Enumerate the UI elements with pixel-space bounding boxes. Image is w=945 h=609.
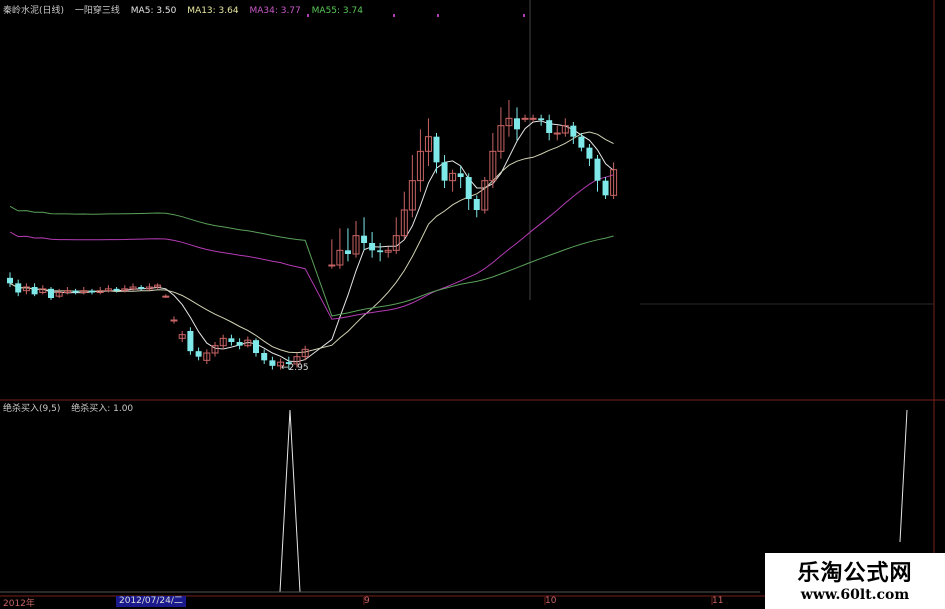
axis-month-9: 9 [364,596,370,606]
watermark: 乐淘公式网 www.60lt.com [765,553,945,609]
signal-spike [899,409,908,543]
candle-body [328,264,336,267]
top-marker [437,14,439,17]
stock-name: 秦岭水泥(日线) [3,6,65,16]
candle-body [602,180,609,196]
signal-spike [279,409,301,593]
candle-body [457,173,464,177]
candle-body [594,158,601,181]
candle-body [521,117,529,120]
ma5-line [9,120,614,363]
axis-year-label: 2012年 [3,599,35,609]
candle-body [162,295,170,298]
candle-body [269,360,276,366]
candle-body [7,277,13,284]
ma5-label: MA5: 3.50 [130,6,177,16]
candle-body [529,117,537,120]
candle-body [72,290,79,293]
candle-body [586,147,593,159]
candle-body [253,340,259,353]
candle-body [48,288,54,298]
axis-month-11: 11 [712,596,724,606]
watermark-url: www.60lt.com [800,587,910,603]
top-marker [393,14,395,17]
candle-body [31,287,38,295]
candle-body [261,353,268,361]
top-marker [523,14,525,17]
candle-body [377,250,384,253]
candle-body [187,331,194,352]
chart-header: 秦岭水泥(日线) 一阳穿三线 MA5: 3.50 MA13: 3.64 MA34… [3,3,371,16]
candle-body [538,118,545,121]
ma34-line [9,174,614,320]
ma55-line [9,205,614,317]
candle-body [113,288,120,291]
indicator-value: 绝杀买入: 1.00 [71,404,134,414]
candle-body [15,283,22,293]
candle-body [170,319,178,322]
candle-body [138,287,145,289]
candle-body [514,118,520,130]
candle-body [369,243,376,251]
candle-body [433,136,440,163]
candle-body [570,125,577,137]
candle-body [578,136,585,148]
watermark-title: 乐淘公式网 [797,560,913,586]
candle-body [553,132,561,135]
candle-body [361,235,368,243]
ma34-label: MA34: 3.77 [249,6,301,16]
candle-body [344,250,351,254]
ma13-label: MA13: 3.64 [187,6,239,16]
ma55-label: MA55: 3.74 [311,6,363,16]
selected-date[interactable]: 2012/07/24/二 [116,596,186,607]
candle-body [89,290,95,293]
candle-body [473,199,480,210]
candle-body [228,338,235,342]
axis-month-10: 10 [545,596,557,606]
kline-chart[interactable] [0,0,945,609]
candle-body [546,120,553,133]
candle-body [195,351,202,357]
candle-body [236,342,243,346]
indicator-header: 绝杀买入(9,5) 绝杀买入: 1.00 [3,401,141,414]
low-price-marker: ←2.95 [281,363,309,373]
formula-name: 一阳穿三线 [74,6,120,16]
indicator-name: 绝杀买入(9,5) [3,404,61,414]
candle-body [465,177,472,199]
candle-body [441,162,448,181]
ma13-line [9,131,614,354]
